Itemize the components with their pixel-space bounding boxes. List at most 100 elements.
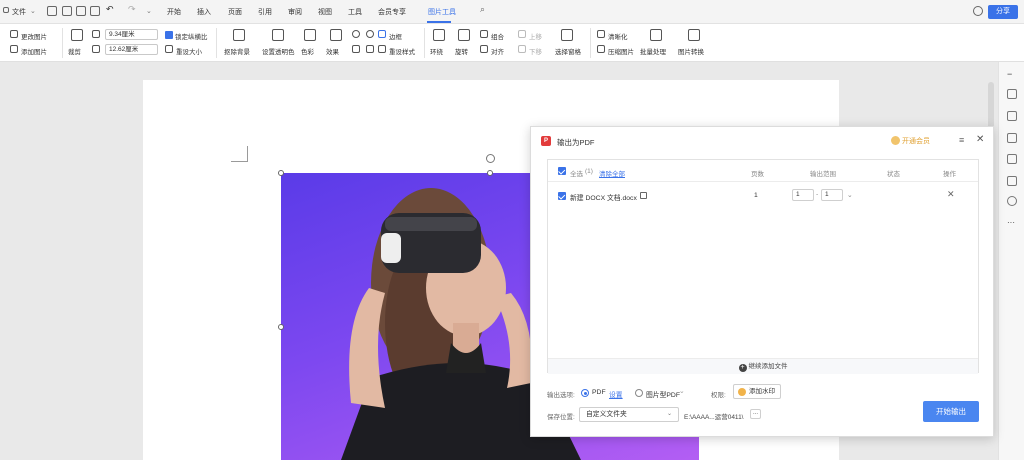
selection-pane-icon[interactable] (561, 29, 573, 41)
tab-tools[interactable]: 工具 (348, 7, 362, 17)
remove-bg-button[interactable]: 抠除背景 (224, 46, 250, 56)
tab-review[interactable]: 审阅 (288, 7, 302, 17)
range-dropdown-icon[interactable]: ⌄ (847, 191, 853, 199)
image-pdf-radio[interactable] (635, 389, 643, 397)
remove-file-icon[interactable]: ✕ (947, 189, 955, 200)
save-location-select[interactable]: 自定义文件夹 ⌄ (579, 407, 679, 422)
effects-button[interactable]: 效果 (326, 46, 339, 56)
range-column-header: 输出范围 (810, 171, 836, 178)
contrast-icon[interactable] (366, 30, 374, 38)
menu-file[interactable]: 文件 (12, 7, 26, 17)
color-button[interactable]: 色彩 (301, 46, 314, 56)
translate-icon[interactable] (1007, 176, 1017, 186)
tab-member[interactable]: 会员专享 (378, 7, 406, 17)
file-row-checkbox[interactable] (558, 192, 566, 200)
set-transparent-button[interactable]: 设置透明色 (262, 46, 295, 56)
rotate-handle[interactable] (486, 154, 495, 163)
convert-button[interactable]: 图片转换 (678, 46, 704, 56)
recolor-icon[interactable] (352, 45, 360, 53)
undo-icon[interactable]: ↶ (106, 4, 114, 15)
help-icon[interactable] (1007, 196, 1017, 206)
compress-button[interactable]: 压缩图片 (608, 46, 634, 56)
tab-references[interactable]: 引用 (258, 7, 272, 17)
range-separator: - (816, 191, 819, 198)
range-to-input[interactable]: 1 (821, 189, 843, 201)
pen-icon[interactable] (1007, 89, 1017, 99)
move-up-button[interactable]: 上移 (529, 31, 542, 41)
cursor-select-icon[interactable] (1007, 111, 1017, 121)
info-icon[interactable]: ⌄ (679, 387, 685, 395)
group-button[interactable]: 组合 (491, 31, 504, 41)
resize-handle-top[interactable] (487, 170, 493, 176)
print-preview-icon[interactable] (90, 6, 100, 16)
picture-tools-ribbon: 更改图片 添加图片 裁剪 9.34厘米 12.62厘米 锁定纵横比 重设大小 抠… (0, 24, 1024, 62)
lock-ratio-checkbox[interactable] (165, 31, 173, 39)
edit-icon[interactable] (640, 192, 647, 199)
tab-picture-tools[interactable]: 图片工具 (428, 7, 456, 17)
dialog-menu-icon[interactable]: ≡ (959, 135, 964, 145)
resize-handle-top-left[interactable] (278, 170, 284, 176)
add-watermark-button[interactable]: 添加水印 (733, 384, 781, 399)
pdf-radio[interactable] (581, 389, 589, 397)
tab-home[interactable]: 开始 (167, 7, 181, 17)
crop-button[interactable]: 裁剪 (68, 46, 81, 56)
right-sidebar: − ··· (998, 62, 1024, 460)
redo-icon[interactable]: ↷ (128, 4, 136, 15)
member-button[interactable]: 开通会员 (891, 136, 930, 146)
border-button[interactable]: 边框 (389, 31, 402, 41)
batch-button[interactable]: 批量处理 (640, 46, 666, 56)
change-picture-button[interactable]: 更改图片 (21, 31, 47, 41)
chevron-down-icon[interactable]: ⌄ (30, 7, 36, 15)
move-down-button[interactable]: 下移 (529, 46, 542, 56)
height-field[interactable]: 12.62厘米 (105, 44, 158, 55)
rotate-icon[interactable] (458, 29, 470, 41)
selection-pane-button[interactable]: 选择窗格 (555, 46, 581, 56)
save-icon[interactable] (47, 6, 57, 16)
cloud-icon[interactable] (973, 6, 983, 16)
effects-icon[interactable] (330, 29, 342, 41)
select-all-checkbox[interactable] (558, 167, 566, 175)
transparent-color-icon[interactable] (272, 29, 284, 41)
color-icon[interactable] (304, 29, 316, 41)
tab-layout[interactable]: 页面 (228, 7, 242, 17)
group-icon (480, 30, 488, 38)
menu-lines-icon[interactable] (3, 7, 9, 13)
tools-icon[interactable] (1007, 154, 1017, 164)
pdf-settings-link[interactable]: 设置 (609, 389, 623, 399)
transparency-icon[interactable] (366, 45, 374, 53)
more-icon[interactable]: ··· (1007, 218, 1017, 228)
share-button[interactable]: 分享 (988, 5, 1018, 19)
reset-size-button[interactable]: 重设大小 (176, 46, 202, 56)
image-pdf-label: 图片型PDF (646, 392, 680, 399)
sharpen-button[interactable]: 清晰化 (608, 31, 628, 41)
rotate-button[interactable]: 旋转 (455, 46, 468, 56)
width-field[interactable]: 9.34厘米 (105, 29, 158, 40)
export-icon[interactable] (62, 6, 72, 16)
close-icon[interactable]: ✕ (976, 134, 984, 145)
wrap-icon[interactable] (433, 29, 445, 41)
remove-bg-icon[interactable] (233, 29, 245, 41)
add-picture-button[interactable]: 添加图片 (21, 46, 47, 56)
tab-view[interactable]: 视图 (318, 7, 332, 17)
clear-all-link[interactable]: 清除全部 (599, 168, 625, 178)
resize-handle-left[interactable] (278, 324, 284, 330)
continue-add-files-button[interactable]: + 继续添加文件 (548, 358, 978, 374)
convert-icon[interactable] (688, 29, 700, 41)
batch-icon[interactable] (650, 29, 662, 41)
pdf-option-label: PDF (592, 389, 606, 396)
start-export-button[interactable]: 开始输出 (923, 401, 979, 422)
tab-insert[interactable]: 插入 (197, 7, 211, 17)
crop-icon[interactable] (71, 29, 83, 41)
range-from-input[interactable]: 1 (792, 189, 814, 201)
layers-icon[interactable] (1007, 133, 1017, 143)
print-icon[interactable] (76, 6, 86, 16)
align-icon (480, 45, 488, 53)
browse-path-button[interactable]: ... (750, 409, 761, 419)
wrap-button[interactable]: 环绕 (430, 46, 443, 56)
reset-style-button[interactable]: 重设样式 (389, 46, 415, 56)
minus-icon[interactable]: − (1007, 70, 1012, 80)
more-chevron-icon[interactable]: ⌄ (146, 7, 152, 15)
brightness-icon[interactable] (352, 30, 360, 38)
align-button[interactable]: 对齐 (491, 46, 504, 56)
search-icon[interactable]: ⌕ (480, 4, 485, 15)
